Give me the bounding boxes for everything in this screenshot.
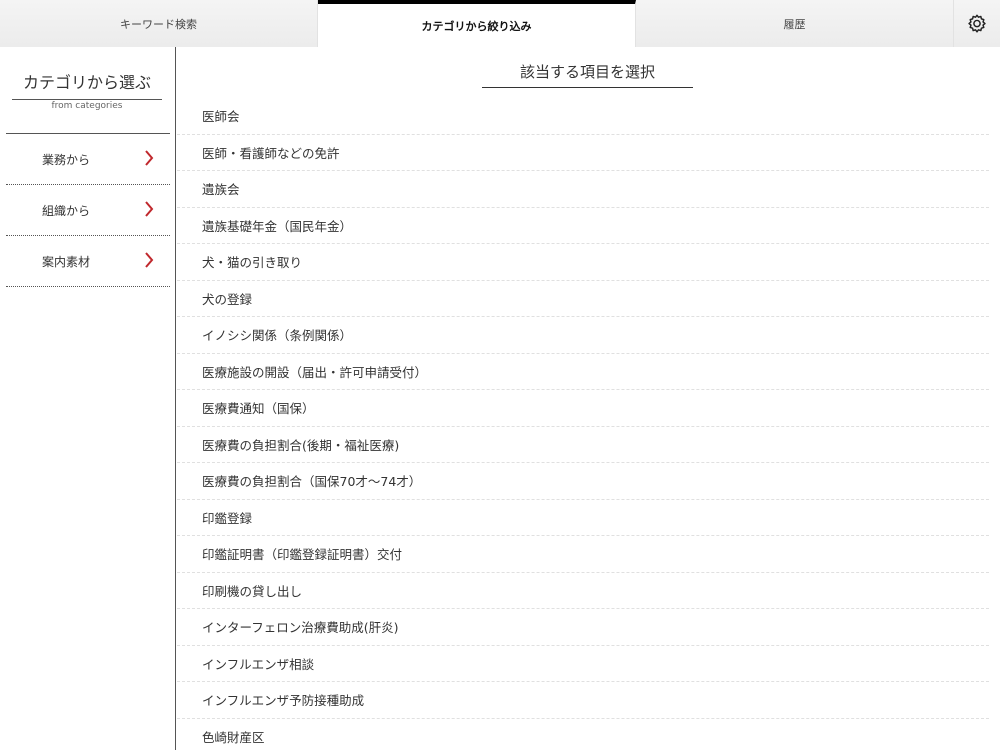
sidebar-item-guide-materials[interactable]: 案内素材 (6, 236, 170, 287)
chevron-right-icon (145, 201, 154, 217)
sidebar-item-organization[interactable]: 組織から (6, 185, 170, 236)
list-item[interactable]: 犬の登録 (177, 281, 989, 317)
item-list: 医師会 医師・看護師などの免許 遺族会 遺族基礎年金（国民年金） 犬・猫の引き取り 犬の登… (177, 98, 989, 750)
sidebar-subtitle: from categories (51, 101, 123, 111)
top-tab-bar: キーワード検索 カテゴリから絞り込み 履歴 (0, 0, 1000, 47)
list-item[interactable]: 医療費の負担割合(後期・福祉医療) (177, 427, 989, 463)
chevron-right-icon (145, 252, 154, 268)
settings-button[interactable] (954, 0, 1000, 47)
list-item[interactable]: イノシシ関係（条例関係） (177, 317, 989, 354)
list-item[interactable]: 印鑑証明書（印鑑登録証明書）交付 (177, 536, 989, 573)
sidebar-item-label: 案内素材 (42, 254, 91, 269)
list-item[interactable]: 色崎財産区 (177, 719, 989, 750)
sidebar-title: カテゴリから選ぶ (12, 69, 162, 100)
gear-icon (968, 14, 986, 33)
category-sidebar: カテゴリから選ぶ from categories 業務から 組織から 案内素材 (0, 47, 176, 750)
list-item[interactable]: 医師会 (177, 98, 989, 135)
sidebar-item-business[interactable]: 業務から (6, 134, 170, 185)
list-item[interactable]: インフルエンザ相談 (177, 646, 989, 682)
sidebar-item-label: 組織から (42, 203, 91, 218)
list-item[interactable]: インフルエンザ予防接種助成 (177, 682, 989, 719)
list-item[interactable]: 印鑑登録 (177, 500, 989, 536)
chevron-right-icon (145, 150, 154, 166)
page-title: 該当する項目を選択 (482, 61, 693, 88)
list-item[interactable]: 遺族基礎年金（国民年金） (177, 208, 989, 244)
list-item[interactable]: 医療施設の開設（届出・許可申請受付） (177, 354, 989, 390)
list-item[interactable]: インターフェロン治療費助成(肝炎) (177, 609, 989, 646)
list-item[interactable]: 遺族会 (177, 171, 989, 208)
list-item[interactable]: 医療費の負担割合（国保70才〜74才） (177, 463, 989, 500)
sidebar-item-label: 業務から (42, 152, 91, 167)
item-list-panel: 該当する項目を選択 医師会 医師・看護師などの免許 遺族会 遺族基礎年金（国民年金）犬… (177, 47, 1000, 750)
list-item[interactable]: 犬・猫の引き取り (177, 244, 989, 281)
tab-keyword-search[interactable]: キーワード検索 (0, 0, 318, 47)
tab-history[interactable]: 履歴 (636, 0, 954, 47)
list-item[interactable]: 医療費通知（国保） (177, 390, 989, 427)
list-item[interactable]: 印刷機の貸し出し (177, 573, 989, 609)
list-item[interactable]: 医師・看護師などの免許 (177, 135, 989, 171)
tab-category-filter[interactable]: カテゴリから絞り込み (318, 0, 636, 47)
